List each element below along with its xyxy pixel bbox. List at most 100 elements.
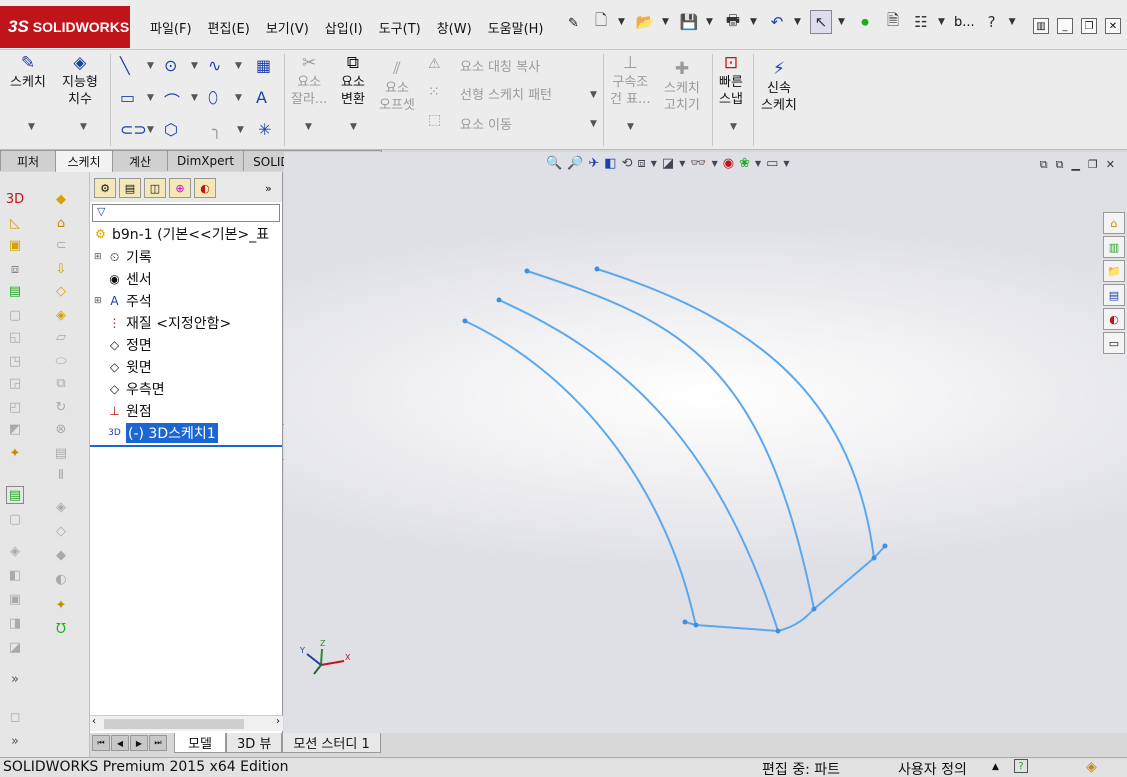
chevron-down-icon[interactable]: ▼ bbox=[147, 61, 154, 71]
smart-dimension-icon[interactable]: ◺ bbox=[6, 214, 24, 232]
solidworks-logo[interactable]: 3S SOLIDWORKS bbox=[0, 6, 130, 48]
sketch-point[interactable] bbox=[882, 543, 888, 549]
repair-sketch-button[interactable]: ✚ 스케치 고치기 bbox=[664, 60, 700, 114]
sketch-offset-icon[interactable]: ▱ bbox=[52, 328, 70, 346]
surface-fill-icon[interactable]: ◈ bbox=[6, 542, 24, 560]
restore-icon[interactable]: ❐ bbox=[1081, 18, 1097, 34]
view-cube-icon[interactable]: ◻ bbox=[6, 708, 24, 726]
3d-sketch-icon[interactable]: 3D bbox=[6, 190, 24, 208]
file-explorer-icon[interactable]: 📁 bbox=[1103, 260, 1125, 282]
print-icon[interactable]: 🖶 bbox=[722, 10, 744, 34]
chevron-down-icon[interactable]: ▼ bbox=[706, 17, 716, 27]
menu-file[interactable]: 파일(F) bbox=[142, 14, 200, 41]
last-tab-icon[interactable]: ⏭ bbox=[149, 735, 167, 751]
rapid-sketch-button[interactable]: ⚡ 신속 스케치 bbox=[761, 60, 797, 114]
tab-3d-view[interactable]: 3D 뷰 bbox=[226, 733, 283, 753]
undo-icon[interactable]: ↶ bbox=[766, 10, 788, 34]
move-entities-item[interactable]: 요소 이동 bbox=[460, 114, 512, 133]
tree-item-history[interactable]: ⊞ ⏲ 기록 bbox=[94, 247, 287, 267]
sketch-picture-icon[interactable]: ◐ bbox=[52, 570, 70, 588]
sketch-point[interactable] bbox=[693, 622, 699, 628]
sketch-point[interactable] bbox=[682, 619, 688, 625]
next-tab-icon[interactable]: ▶ bbox=[130, 735, 148, 751]
fillet-icon[interactable]: ╮ bbox=[212, 120, 222, 139]
menu-tools[interactable]: 도구(T) bbox=[371, 14, 429, 41]
chevron-down-icon[interactable]: ▼ bbox=[938, 17, 948, 27]
open-folder-icon[interactable]: 📂 bbox=[634, 10, 656, 34]
chevron-down-icon[interactable]: ▼ bbox=[590, 90, 597, 100]
display-manager-tab-icon[interactable]: ◐ bbox=[194, 178, 216, 198]
configuration-tab-icon[interactable]: ◫ bbox=[144, 178, 166, 198]
chamfer-icon[interactable]: ◰ bbox=[6, 398, 24, 416]
rebuild-traffic-light-icon[interactable]: ⏺ bbox=[854, 10, 876, 34]
chevron-down-icon[interactable]: ▼ bbox=[235, 93, 242, 103]
chevron-down-icon[interactable]: ▼ bbox=[627, 122, 634, 132]
loft-icon[interactable]: ◳ bbox=[6, 352, 24, 370]
chevron-down-icon[interactable]: ▼ bbox=[730, 122, 737, 132]
chevron-down-icon[interactable]: ▼ bbox=[235, 61, 242, 71]
chevron-down-icon[interactable]: ▼ bbox=[618, 17, 628, 27]
graphics-area[interactable]: 🔍 🔎 ✈ ◧ ⟲ ⧈ ▼ ◪ ▼ 👓 ▼ ◉ ❀ ▼ ▭ ▼ ⧉ ⧉ ▁ ❐ ✕ bbox=[284, 152, 1127, 733]
display-relations-button[interactable]: ⊥ 구속조 건 표... bbox=[610, 54, 650, 108]
sketch-button[interactable]: ✎ 스케치 bbox=[10, 54, 46, 91]
extrude-icon[interactable]: ▣ bbox=[6, 236, 24, 254]
chevron-down-icon[interactable]: ▼ bbox=[662, 17, 672, 27]
menu-view[interactable]: 보기(V) bbox=[258, 14, 317, 41]
close-icon[interactable]: ✕ bbox=[1105, 18, 1121, 34]
ruled-surface-icon[interactable]: ◪ bbox=[6, 638, 24, 656]
point-icon[interactable]: ✳ bbox=[258, 120, 271, 139]
rollback-bar[interactable] bbox=[90, 445, 283, 447]
status-units[interactable]: 사용자 정의 bbox=[898, 759, 967, 777]
tree-item-material[interactable]: ⋮ 재질 <지정안함> bbox=[106, 313, 299, 333]
surface-icon[interactable]: ▢ bbox=[6, 510, 24, 528]
sketch-base-curve[interactable] bbox=[684, 545, 886, 633]
sketch-mirror-icon[interactable]: ⬭ bbox=[52, 352, 70, 370]
sketch-curve-1[interactable] bbox=[464, 320, 696, 623]
tab-model[interactable]: 모델 bbox=[174, 733, 226, 753]
chevron-down-icon[interactable]: ▼ bbox=[191, 61, 198, 71]
mirror-entities-item[interactable]: 요소 대칭 복사 bbox=[460, 56, 540, 75]
sketch-point[interactable] bbox=[775, 628, 781, 634]
sketch-point[interactable] bbox=[462, 318, 468, 324]
sketch-point[interactable] bbox=[524, 268, 530, 274]
line-icon[interactable]: ╲ bbox=[120, 56, 130, 75]
tree-item-annotations[interactable]: ⊞ A 주석 bbox=[94, 291, 287, 311]
sketch-copy-icon[interactable]: ⧉ bbox=[52, 374, 70, 392]
tree-item-sensors[interactable]: ◉ 센서 bbox=[106, 269, 299, 289]
sketch-point[interactable] bbox=[871, 555, 877, 561]
chevron-down-icon[interactable]: ▼ bbox=[237, 125, 244, 135]
polygon-icon[interactable]: ⬡ bbox=[164, 120, 178, 139]
chevron-down-icon[interactable]: ▼ bbox=[147, 125, 154, 135]
tab-motion-study[interactable]: 모션 스터디 1 bbox=[282, 733, 381, 753]
ellipse-icon[interactable]: ⬯ bbox=[208, 88, 218, 108]
fillet-icon[interactable]: ◲ bbox=[6, 374, 24, 392]
sketch-curve-3[interactable] bbox=[526, 270, 815, 610]
tree-root[interactable]: ⚙ b9n-1 (기본<<기본>_표 bbox=[92, 224, 285, 244]
file-properties-icon[interactable]: 🗎 bbox=[882, 10, 904, 34]
sketch-wizard-icon[interactable]: ✦ bbox=[52, 596, 70, 614]
tab-features[interactable]: 피처 bbox=[0, 150, 56, 171]
expand-icon[interactable]: ⊞ bbox=[94, 296, 103, 306]
sketch-scale-icon[interactable]: ⊗ bbox=[52, 420, 70, 438]
scroll-right-icon[interactable]: › bbox=[276, 716, 280, 727]
boss-icon[interactable]: ▤ bbox=[6, 282, 24, 300]
offset-surface-icon[interactable]: ▣ bbox=[6, 590, 24, 608]
resources-icon[interactable]: ⌂ bbox=[1103, 212, 1125, 234]
sketch-extend-icon[interactable]: ⇩ bbox=[52, 260, 70, 278]
slot-icon[interactable]: ⊂⊃ bbox=[120, 120, 147, 139]
new-document-icon[interactable]: 🗋 bbox=[590, 10, 612, 34]
prev-tab-icon[interactable]: ◀ bbox=[111, 735, 129, 751]
wizard-icon[interactable]: ✦ bbox=[6, 444, 24, 462]
design-library-icon[interactable]: ▥ bbox=[1103, 236, 1125, 258]
horizontal-scrollbar[interactable]: ‹ › bbox=[90, 715, 283, 731]
menu-insert[interactable]: 삽입(I) bbox=[317, 14, 371, 41]
shell-icon[interactable]: ◩ bbox=[6, 420, 24, 438]
scroll-thumb[interactable] bbox=[104, 719, 244, 729]
sweep-icon[interactable]: ◱ bbox=[6, 328, 24, 346]
tree-item-origin[interactable]: ⊥ 원점 bbox=[106, 401, 299, 421]
knit-icon[interactable]: ◧ bbox=[6, 566, 24, 584]
menu-edit[interactable]: 편집(E) bbox=[200, 14, 258, 41]
tab-sketch[interactable]: 스케치 bbox=[55, 150, 113, 172]
sketch-rotate-icon[interactable]: ↻ bbox=[52, 398, 70, 416]
sketch-split-icon[interactable]: Ⅱ bbox=[52, 466, 70, 484]
